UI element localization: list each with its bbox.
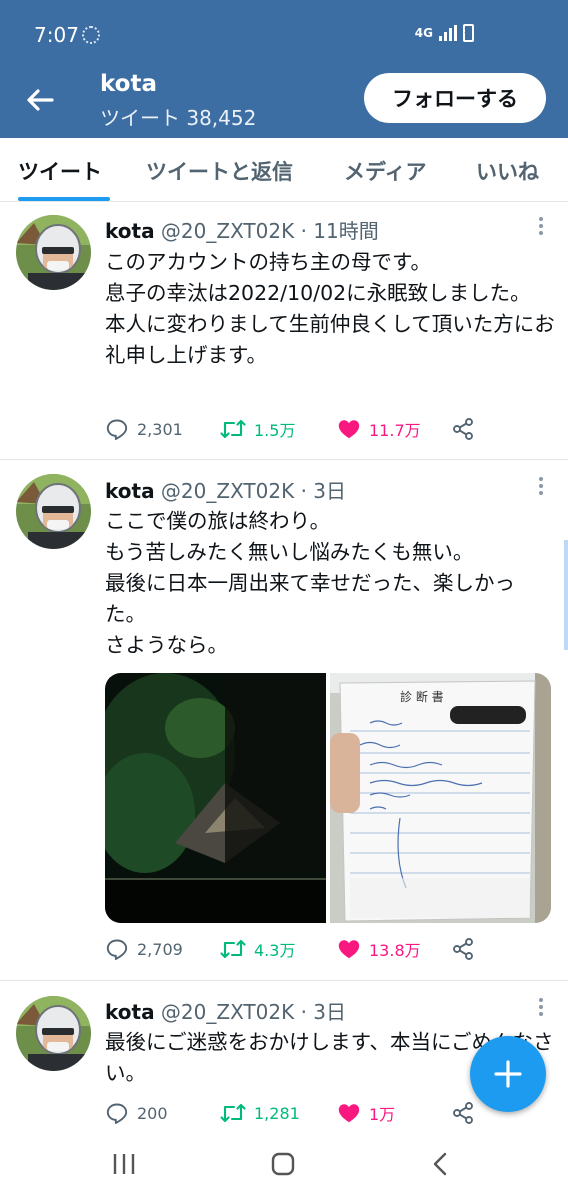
reply-button[interactable]: 2,301	[105, 417, 183, 441]
reply-icon	[106, 939, 128, 960]
tweet[interactable]: kota @20_ZXT02K · 11時間 このアカウントの持ち主の母です。 …	[0, 203, 568, 460]
heart-filled-icon	[338, 420, 360, 439]
tweet-meta: kota @20_ZXT02K · 3日	[105, 475, 346, 504]
tweet-time[interactable]: 3日	[313, 479, 346, 503]
reply-button[interactable]: 2,709	[105, 937, 183, 961]
avatar[interactable]	[16, 215, 91, 290]
reply-icon	[106, 1103, 128, 1124]
tweet-meta: kota @20_ZXT02K · 3日	[105, 996, 346, 1025]
share-button[interactable]	[451, 417, 475, 441]
battery-charging-icon	[463, 24, 474, 42]
meta-separator: ·	[300, 479, 307, 503]
back-icon[interactable]	[430, 1151, 450, 1177]
system-navigation-bar	[0, 1135, 568, 1200]
recent-apps-icon[interactable]	[112, 1151, 136, 1177]
compose-tweet-button[interactable]	[470, 1036, 546, 1112]
like-count: 13.8万	[369, 941, 421, 960]
profile-header: kota ツイート 38,452 フォローする	[0, 66, 568, 138]
share-button[interactable]	[451, 1101, 475, 1125]
medical-certificate-photo[interactable]: 診 断 書	[330, 673, 551, 923]
tab-media[interactable]: メディア	[344, 156, 427, 186]
profile-tabs: ツイート ツイートと返信 メディア いいね	[0, 138, 568, 202]
share-icon	[453, 1102, 473, 1124]
tweet-author[interactable]: kota	[105, 1000, 155, 1024]
tweet-actions: 2,709 4.3万 13.8万	[105, 937, 505, 967]
reply-button[interactable]: 200	[105, 1101, 168, 1125]
avatar[interactable]	[16, 996, 91, 1071]
meta-separator: ·	[300, 219, 307, 243]
follow-button[interactable]: フォローする	[364, 73, 546, 123]
retweet-button[interactable]: 1.5万	[220, 417, 295, 441]
tweet-actions: 200 1,281 1万	[105, 1101, 505, 1131]
profile-name: kota	[100, 71, 157, 97]
home-icon[interactable]	[270, 1151, 296, 1177]
reply-count: 2,709	[137, 939, 183, 959]
tweet-text: このアカウントの持ち主の母です。 息子の幸汰は2022/10/02に永眠致しまし…	[105, 250, 555, 367]
status-time: 7:07	[34, 23, 79, 47]
tweet-meta: kota @20_ZXT02K · 11時間	[105, 215, 379, 244]
signal-icon	[439, 25, 457, 41]
tweet-handle[interactable]: @20_ZXT02K	[161, 1000, 294, 1024]
sync-icon	[82, 26, 100, 44]
share-button[interactable]	[451, 937, 475, 961]
tab-indicator	[18, 197, 110, 201]
share-icon	[453, 938, 473, 960]
meta-separator: ·	[300, 1000, 307, 1024]
heart-filled-icon	[338, 1104, 360, 1123]
retweet-icon	[220, 1103, 246, 1123]
tab-likes[interactable]: いいね	[476, 156, 539, 186]
retweet-count: 4.3万	[254, 941, 296, 960]
document-title: 診 断 書	[400, 689, 444, 704]
tweet-media: 診 断 書	[105, 673, 551, 923]
like-button[interactable]: 13.8万	[337, 937, 421, 961]
network-type: 4G	[414, 26, 433, 40]
like-button[interactable]: 11.7万	[337, 417, 421, 441]
more-options-icon[interactable]	[536, 216, 546, 236]
retweet-icon	[220, 419, 246, 439]
retweet-count: 1,281	[254, 1103, 300, 1123]
tweet-time[interactable]: 11時間	[313, 219, 378, 243]
back-arrow-icon[interactable]	[22, 82, 58, 118]
status-icons: 4G	[415, 24, 474, 42]
tweet[interactable]: kota @20_ZXT02K · 3日 ここで僕の旅は終わり。 もう苦しみたく…	[0, 461, 568, 981]
avatar[interactable]	[16, 474, 91, 549]
tweet-count: ツイート 38,452	[100, 106, 257, 130]
retweet-button[interactable]: 1,281	[220, 1101, 300, 1125]
reply-count: 200	[137, 1103, 168, 1123]
like-count: 11.7万	[369, 421, 421, 440]
retweet-count: 1.5万	[254, 421, 296, 440]
more-options-icon[interactable]	[536, 997, 546, 1017]
more-options-icon[interactable]	[536, 476, 546, 496]
tweet-time[interactable]: 3日	[313, 1000, 346, 1024]
reply-count: 2,301	[137, 419, 183, 439]
status-bar: 7:07 4G	[0, 0, 568, 66]
tweet-actions: 2,301 1.5万 11.7万	[105, 417, 505, 447]
tweet-text: ここで僕の旅は終わり。 もう苦しみたく無いし悩みたくも無い。 最後に日本一周出来…	[105, 509, 515, 657]
like-count: 1万	[369, 1105, 396, 1124]
plus-icon	[494, 1060, 522, 1088]
retweet-icon	[220, 939, 246, 959]
tweet-handle[interactable]: @20_ZXT02K	[161, 219, 294, 243]
retweet-button[interactable]: 4.3万	[220, 937, 295, 961]
reply-icon	[106, 419, 128, 440]
tab-tweets-and-replies[interactable]: ツイートと返信	[146, 156, 293, 186]
share-icon	[453, 418, 473, 440]
night-forest-photo[interactable]	[105, 673, 326, 923]
tab-tweets[interactable]: ツイート	[18, 156, 102, 186]
heart-filled-icon	[338, 940, 360, 959]
tweet-author[interactable]: kota	[105, 479, 155, 503]
like-button[interactable]: 1万	[337, 1101, 395, 1125]
tweet-author[interactable]: kota	[105, 219, 155, 243]
tweet-handle[interactable]: @20_ZXT02K	[161, 479, 294, 503]
